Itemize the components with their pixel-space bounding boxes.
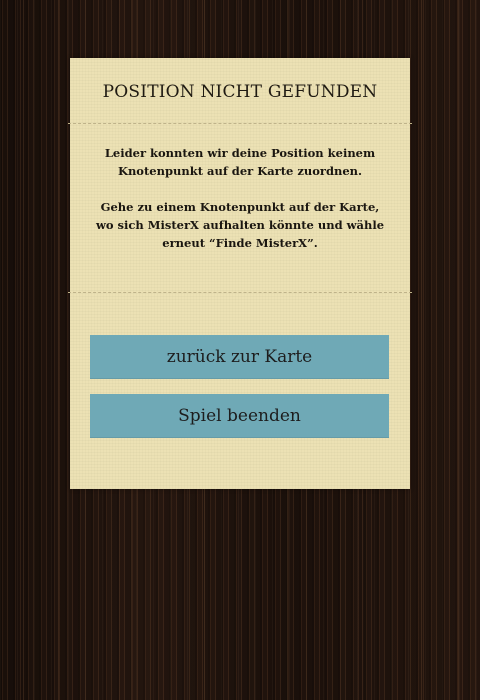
wood-grain: [23, 0, 24, 700]
top-divider: [68, 123, 412, 124]
position-not-found-dialog: POSITION NICHT GEFUNDEN Leider konnten w…: [68, 58, 412, 489]
dialog-title: POSITION NICHT GEFUNDEN: [102, 82, 378, 102]
bottom-divider: [68, 292, 412, 293]
dialog-message-2: Gehe zu einem Knotenpunkt auf der Karte,…: [95, 200, 385, 250]
wood-grain: [458, 0, 459, 700]
back-to-map-button[interactable]: zurück zur Karte: [90, 335, 389, 379]
dialog-message-1: Leider konnten wir deine Position keinem…: [104, 146, 376, 178]
quit-game-button[interactable]: Spiel beenden: [90, 394, 389, 438]
wood-grain: [421, 0, 422, 700]
wood-grain: [58, 0, 59, 700]
